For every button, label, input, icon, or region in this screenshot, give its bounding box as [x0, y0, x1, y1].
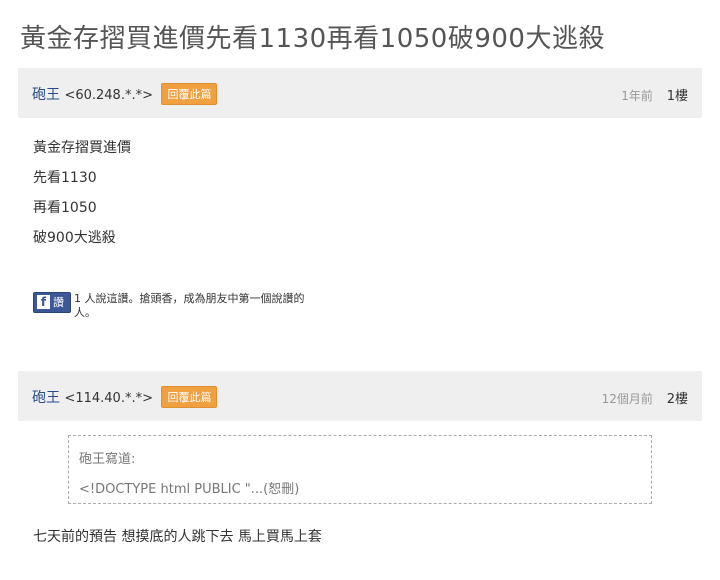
post-time: 12個月前 [601, 392, 653, 406]
post-floor[interactable]: 1樓 [667, 89, 688, 104]
post-floor[interactable]: 2樓 [667, 392, 688, 407]
post-header: 砲王 <60.248.*.*> 回覆此篇 1年前 1樓 [18, 68, 702, 118]
quote-text: <!DOCTYPE html PUBLIC "...(恕刪) [79, 482, 300, 497]
post-line: 黃金存摺買進價 [33, 140, 131, 156]
post-body: 黃金存摺買進價 先看1130 再看1050 破900大逃殺 [33, 140, 131, 260]
like-count-text: 1 人說這讚。搶頭香，成為朋友中第一個說讚的人。 [74, 292, 305, 319]
post-meta: 1年前 1樓 [621, 85, 688, 104]
like-button-label: 讚 [53, 296, 64, 309]
post-line: 先看1130 [33, 170, 97, 186]
post-text: 七天前的預告 想摸底的人跳下去 馬上買馬上套 [33, 529, 322, 545]
reply-button[interactable]: 回覆此篇 [161, 83, 218, 105]
quote-author: 砲王寫道: [79, 452, 136, 467]
author-ip: <60.248.*.*> [64, 88, 153, 103]
post-author: 砲王 <60.248.*.*> 回覆此篇 [32, 83, 218, 105]
post-meta: 12個月前 2樓 [602, 388, 688, 407]
quote-box: 砲王寫道: <!DOCTYPE html PUBLIC "...(恕刪) [68, 435, 652, 504]
post-time: 1年前 [621, 89, 653, 103]
facebook-icon: f [37, 295, 50, 309]
post-author: 砲王 <114.40.*.*> 回覆此篇 [32, 386, 218, 408]
facebook-like-button[interactable]: f 讚 [33, 292, 71, 313]
author-ip: <114.40.*.*> [64, 391, 153, 406]
post-header: 砲王 <114.40.*.*> 回覆此篇 12個月前 2樓 [18, 371, 702, 421]
reply-button[interactable]: 回覆此篇 [161, 386, 218, 408]
post-line: 再看1050 [33, 200, 97, 216]
author-name[interactable]: 砲王 [32, 390, 60, 406]
author-name[interactable]: 砲王 [32, 87, 60, 103]
post-line: 破900大逃殺 [33, 230, 116, 246]
page-title: 黃金存摺買進價先看1130再看1050破900大逃殺 [20, 24, 605, 54]
